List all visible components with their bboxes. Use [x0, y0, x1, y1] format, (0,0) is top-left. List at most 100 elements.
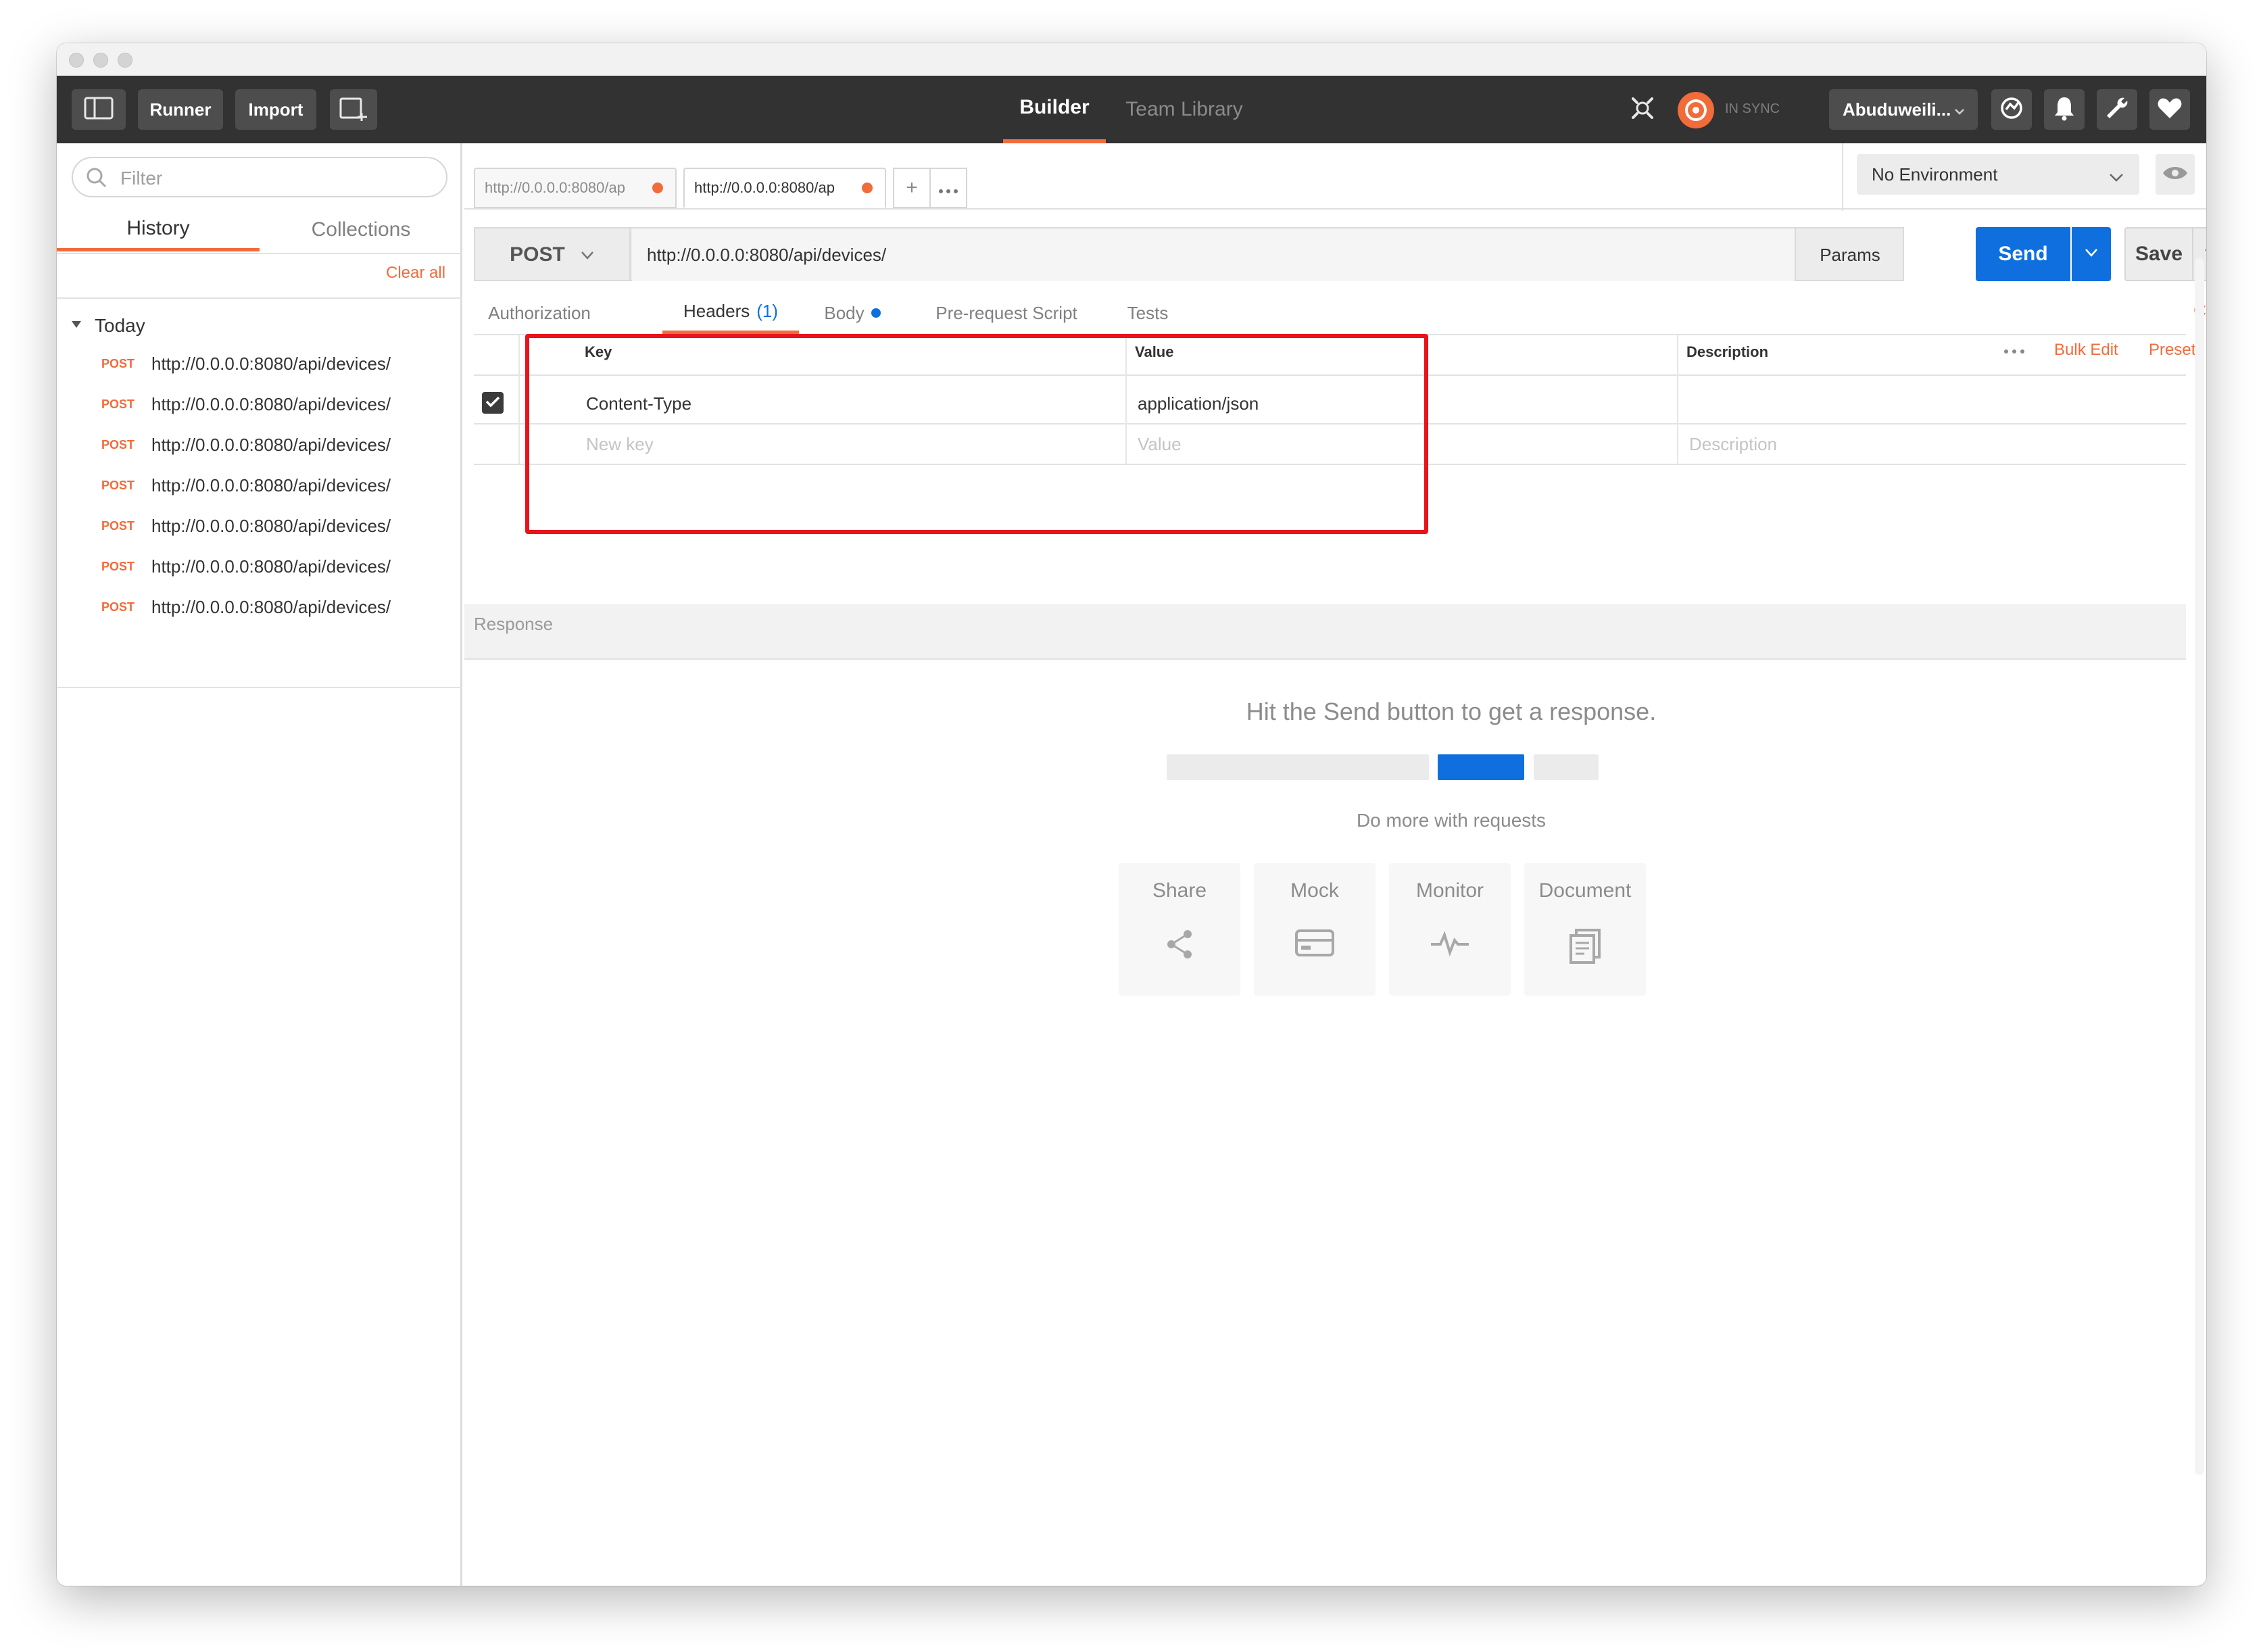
- url-input[interactable]: [632, 228, 1795, 281]
- new-window-button[interactable]: [330, 89, 377, 130]
- monitor-card[interactable]: Monitor: [1389, 863, 1511, 996]
- history-item[interactable]: POST http://0.0.0.0:8080/api/devices/: [57, 546, 462, 587]
- history-url: http://0.0.0.0:8080/api/devices/: [151, 596, 391, 617]
- history-method: POST: [101, 518, 135, 533]
- mock-server-icon: [1294, 928, 1335, 961]
- column-divider: [518, 335, 520, 464]
- history-method: POST: [101, 478, 135, 492]
- method-select[interactable]: POST: [475, 228, 631, 281]
- tab-body[interactable]: Body: [817, 292, 887, 334]
- history-item[interactable]: POST http://0.0.0.0:8080/api/devices/: [57, 424, 462, 465]
- checkmark-icon: [485, 395, 500, 411]
- request-bar: POST Params: [474, 227, 1904, 281]
- header-enabled-checkbox[interactable]: [482, 392, 504, 414]
- share-icon: [1165, 928, 1194, 964]
- toggle-sidebar-button[interactable]: [72, 89, 126, 130]
- search-icon: [85, 166, 108, 193]
- main-scrollbar[interactable]: [2195, 258, 2204, 1475]
- close-window-button[interactable]: [69, 53, 84, 68]
- method-value: POST: [510, 243, 565, 266]
- eye-icon: [2162, 164, 2189, 185]
- card-label: Mock: [1290, 879, 1339, 902]
- environment-select[interactable]: No Environment: [1857, 154, 2139, 195]
- chevron-down-icon: [2084, 247, 2099, 262]
- interceptor-button[interactable]: [1622, 89, 1663, 130]
- sidebar-toggle-icon: [84, 97, 114, 123]
- tab-options-button[interactable]: [929, 168, 967, 208]
- wrench-icon: [2104, 95, 2130, 124]
- request-tab[interactable]: http://0.0.0.0:8080/ap: [474, 168, 677, 208]
- tab-strip-bottom-border: [464, 208, 2206, 210]
- card-label: Monitor: [1415, 879, 1484, 902]
- send-button[interactable]: Send: [1976, 227, 2070, 281]
- new-description-input[interactable]: Description: [1689, 434, 1777, 455]
- chevron-down-icon: [2108, 168, 2124, 189]
- history-item[interactable]: POST http://0.0.0.0:8080/api/devices/: [57, 343, 462, 384]
- sync-status-icon: [1676, 91, 1716, 130]
- title-bar: [57, 43, 2206, 76]
- bulk-edit-link[interactable]: Bulk Edit: [2054, 341, 2118, 360]
- history-url: http://0.0.0.0:8080/api/devices/: [151, 353, 391, 374]
- clear-all-link[interactable]: Clear all: [386, 264, 445, 283]
- history-url: http://0.0.0.0:8080/api/devices/: [151, 515, 391, 536]
- user-menu[interactable]: Abuduweili...: [1829, 89, 1978, 130]
- minimize-window-button[interactable]: [93, 53, 108, 68]
- favorites-button[interactable]: [2149, 89, 2190, 130]
- more-dots-icon: [938, 176, 958, 199]
- history-item[interactable]: POST http://0.0.0.0:8080/api/devices/: [57, 384, 462, 424]
- document-card[interactable]: Document: [1524, 863, 1646, 996]
- request-tab-label: http://0.0.0.0:8080/ap: [485, 179, 625, 196]
- send-options-button[interactable]: [2072, 227, 2111, 281]
- body-set-dot-icon: [871, 308, 881, 318]
- tab-pre-request-script[interactable]: Pre-request Script: [910, 292, 1102, 334]
- bell-icon: [2053, 95, 2076, 124]
- user-name: Abuduweili...: [1843, 99, 1951, 120]
- filter-input[interactable]: Filter: [72, 157, 447, 197]
- history-item[interactable]: POST http://0.0.0.0:8080/api/devices/: [57, 587, 462, 627]
- unsaved-dot-icon: [652, 183, 663, 193]
- response-section-header: Response: [464, 604, 2186, 660]
- sidebar-divider: [57, 297, 462, 299]
- params-button[interactable]: Params: [1795, 228, 1904, 281]
- request-tab-active[interactable]: http://0.0.0.0:8080/ap: [683, 168, 886, 208]
- response-hint: Hit the Send button to get a response.: [1246, 698, 1657, 725]
- tab-history[interactable]: History: [57, 208, 260, 251]
- tab-collections[interactable]: Collections: [260, 208, 462, 251]
- history-url: http://0.0.0.0:8080/api/devices/: [151, 556, 391, 577]
- settings-button[interactable]: [2097, 89, 2137, 130]
- chevron-down-icon: [1953, 101, 1966, 122]
- share-card[interactable]: Share: [1119, 863, 1240, 996]
- tab-body-label: Body: [824, 302, 865, 323]
- history-url: http://0.0.0.0:8080/api/devices/: [151, 434, 391, 455]
- chevron-down-icon: [580, 243, 595, 266]
- more-dots-icon[interactable]: [2003, 346, 2026, 358]
- runner-button[interactable]: Runner: [138, 89, 223, 130]
- new-tab-button[interactable]: +: [893, 168, 931, 208]
- import-button[interactable]: Import: [235, 89, 316, 130]
- environment-quick-look-button[interactable]: [2156, 154, 2195, 195]
- nav-team-library[interactable]: Team Library: [1117, 76, 1252, 143]
- heart-icon: [2157, 97, 2183, 123]
- history-url: http://0.0.0.0:8080/api/devices/: [151, 475, 391, 495]
- save-button[interactable]: Save: [2124, 227, 2192, 281]
- column-divider: [1677, 335, 1678, 464]
- notifications-button[interactable]: [2044, 89, 2085, 130]
- sync-button[interactable]: [1991, 89, 2032, 130]
- mock-card[interactable]: Mock: [1254, 863, 1376, 996]
- nav-builder[interactable]: Builder: [1003, 76, 1106, 143]
- history-item[interactable]: POST http://0.0.0.0:8080/api/devices/: [57, 506, 462, 546]
- history-group-today[interactable]: Today: [70, 315, 145, 337]
- card-label: Share: [1152, 879, 1207, 902]
- history-url: http://0.0.0.0:8080/api/devices/: [151, 393, 391, 414]
- history-item[interactable]: POST http://0.0.0.0:8080/api/devices/: [57, 465, 462, 506]
- tab-tests[interactable]: Tests: [1117, 292, 1178, 334]
- card-label: Document: [1538, 879, 1632, 902]
- placeholder-bar: [1167, 754, 1429, 780]
- chevron-down-icon: [2204, 247, 2206, 262]
- zoom-window-button[interactable]: [118, 53, 132, 68]
- tab-authorization[interactable]: Authorization: [474, 292, 605, 334]
- tab-headers[interactable]: Headers (1): [662, 292, 799, 334]
- globe-sync-icon: [1999, 96, 2024, 124]
- satellite-icon: [1628, 93, 1657, 126]
- placeholder-bar-accent: [1438, 754, 1524, 780]
